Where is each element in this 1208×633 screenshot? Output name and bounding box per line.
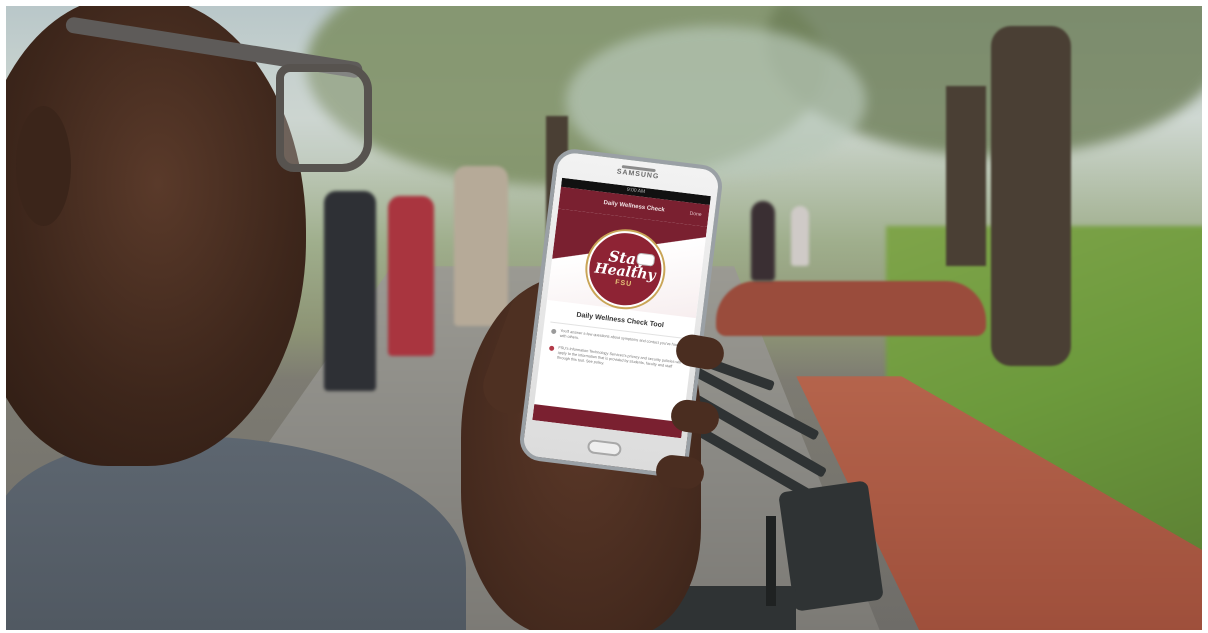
home-button[interactable]: [586, 438, 623, 458]
tree-trunk: [946, 86, 986, 266]
pedestrian: [751, 201, 775, 281]
pedestrian: [324, 191, 376, 391]
done-button[interactable]: Done: [689, 211, 702, 218]
face-mask-icon: [636, 252, 656, 267]
pedestrian: [454, 166, 508, 326]
pedestrian: [388, 196, 434, 356]
alert-icon: [548, 345, 555, 352]
photo-scene: SAMSUNG 9:00 AM Daily Wellness Check Don…: [6, 6, 1202, 630]
logo-line-3: FSU: [614, 279, 633, 289]
person-head: [6, 6, 306, 466]
glasses-lens: [276, 64, 372, 172]
tree-trunk: [991, 26, 1071, 366]
app-footer: [532, 404, 684, 439]
stay-healthy-fsu-logo: Stay Healthy FSU: [583, 226, 668, 312]
app-title: Daily Wellness Check: [603, 200, 665, 214]
person-ear: [16, 106, 71, 226]
brick-planter: [716, 281, 986, 336]
pedestrian: [791, 206, 809, 266]
hero-banner: Stay Healthy FSU: [547, 208, 708, 319]
info-icon: [550, 328, 557, 335]
